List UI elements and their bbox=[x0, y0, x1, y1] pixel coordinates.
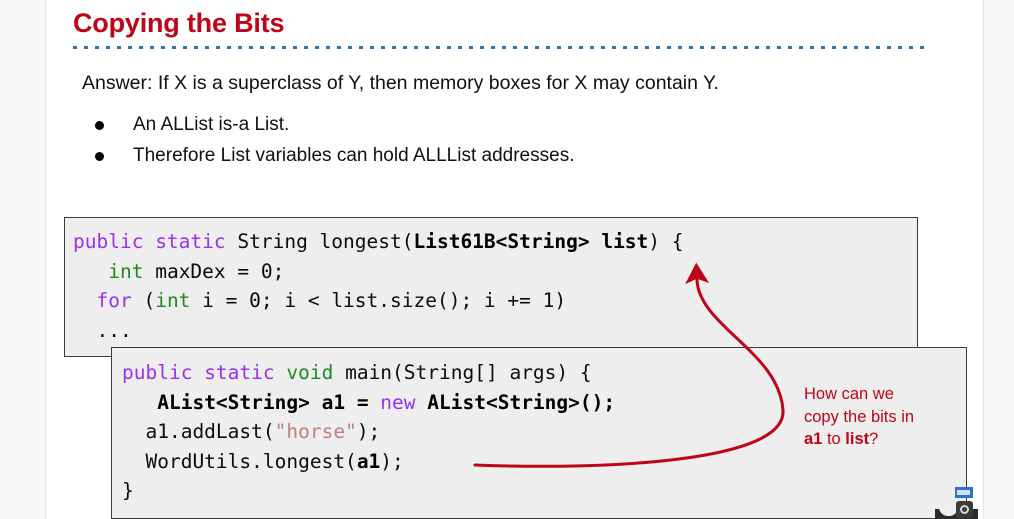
code-token: AList<String>(); bbox=[415, 390, 616, 414]
slide-canvas: Copying the Bits Answer: If X is a super… bbox=[47, 0, 983, 519]
annotation-question-mark: ? bbox=[869, 430, 879, 448]
bullet-dot-icon bbox=[95, 121, 104, 130]
gear-icon[interactable] bbox=[956, 501, 973, 518]
code-token: a1 bbox=[356, 449, 381, 473]
bullet-dot-icon bbox=[95, 151, 104, 161]
code-token: String longest( bbox=[237, 230, 414, 253]
code-token: static bbox=[204, 361, 287, 384]
code-token: ); bbox=[380, 449, 404, 473]
bullet-label: Therefore List variables can hold ALLLis… bbox=[133, 144, 575, 166]
slide-viewer: Copying the Bits Answer: If X is a super… bbox=[0, 0, 1014, 519]
code-line: } bbox=[122, 476, 966, 506]
code-line: public static String longest(List61B<Str… bbox=[73, 227, 917, 257]
code-block-longest-method: public static String longest(List61B<Str… bbox=[64, 217, 918, 357]
page-title: Copying the Bits bbox=[73, 8, 285, 38]
code-line: for (int i = 0; i < list.size(); i += 1) bbox=[73, 286, 917, 316]
code-token: maxDex = 0; bbox=[143, 259, 285, 283]
answer-text: Answer: If X is a superclass of Y, then … bbox=[82, 72, 719, 94]
annotation-conjunction: to bbox=[822, 430, 846, 448]
code-line: ... bbox=[73, 316, 917, 346]
code-token: void bbox=[286, 361, 334, 384]
annotation-note: How can we copy the bits in a1 to list? bbox=[804, 383, 954, 451]
list-item: An ALList is-a List. bbox=[93, 110, 574, 141]
code-token: for bbox=[96, 289, 132, 312]
code-token: ); bbox=[356, 420, 381, 443]
page-gutter-right bbox=[983, 0, 1014, 519]
annotation-line-1: How can we bbox=[804, 385, 894, 403]
code-token: public bbox=[122, 361, 205, 384]
code-line: WordUtils.longest(a1); bbox=[122, 447, 966, 477]
code-token: ( bbox=[131, 289, 156, 312]
corner-widget-cluster[interactable] bbox=[935, 487, 983, 519]
title-divider bbox=[73, 46, 931, 49]
annotation-line-2: copy the bits in bbox=[804, 407, 915, 426]
code-token: i = 0; i < list.size(); i += 1) bbox=[190, 289, 567, 312]
code-token: static bbox=[155, 230, 238, 253]
annotation-var-a1: a1 bbox=[804, 430, 823, 448]
code-token: } bbox=[122, 479, 134, 502]
annotation-line-3: a1 to list? bbox=[804, 428, 954, 451]
bullet-label: An ALList is-a List. bbox=[133, 114, 290, 135]
code-token: "horse" bbox=[274, 420, 357, 443]
code-line: int maxDex = 0; bbox=[73, 257, 917, 287]
code-token: List61B<String> list bbox=[413, 230, 649, 253]
code-token: ... bbox=[73, 318, 132, 342]
code-token: public bbox=[73, 230, 156, 253]
code-token: main(String[] args) { bbox=[333, 361, 592, 384]
blue-badge-icon[interactable] bbox=[955, 487, 973, 498]
bullet-list: An ALList is-a List. Therefore List vari… bbox=[93, 110, 574, 171]
page-gutter-left bbox=[0, 0, 46, 519]
code-token: new bbox=[380, 390, 416, 414]
annotation-var-list: list bbox=[845, 430, 870, 448]
code-token: AList<String> a1 = bbox=[157, 390, 381, 414]
code-token: int bbox=[108, 259, 144, 283]
code-token: a1.addLast( bbox=[122, 420, 275, 443]
code-token: ) { bbox=[648, 230, 684, 253]
code-token: WordUtils.longest( bbox=[122, 449, 357, 473]
code-token: int bbox=[155, 289, 191, 312]
list-item: Therefore List variables can hold ALLLis… bbox=[93, 141, 574, 172]
